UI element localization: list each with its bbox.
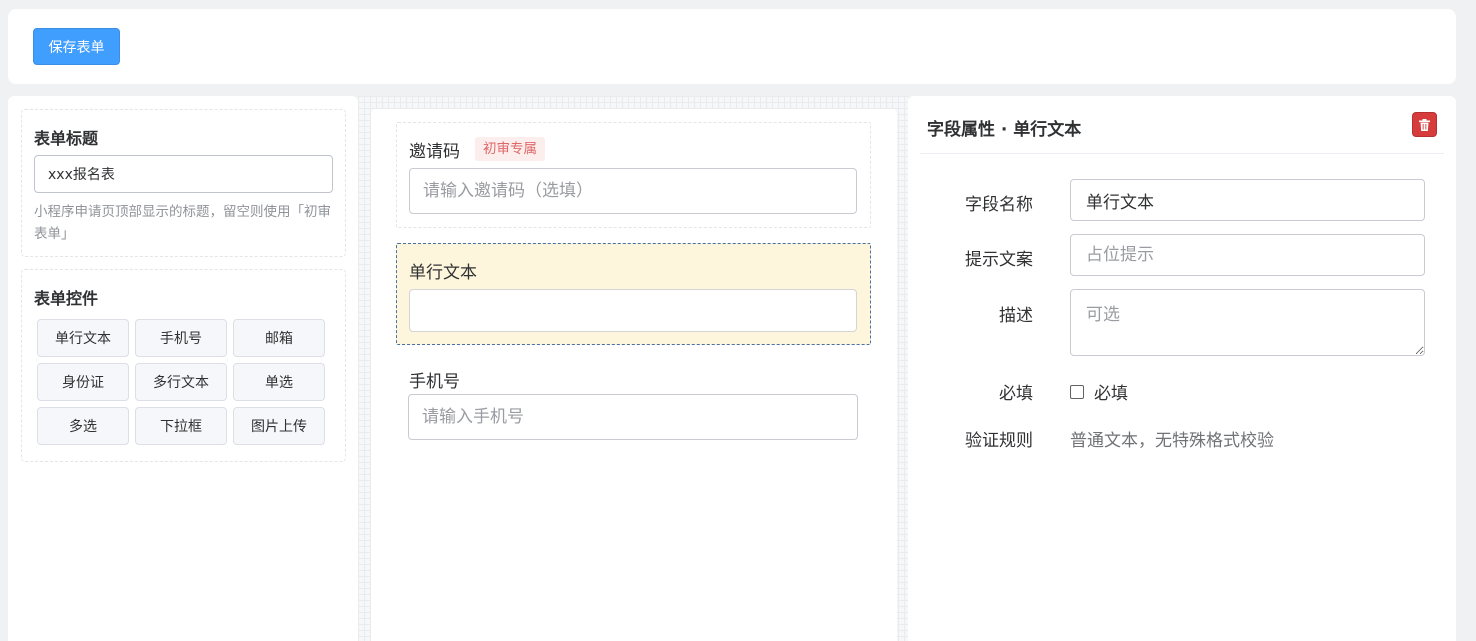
field-name-input[interactable] [1070,179,1425,221]
field-name-label: 字段名称 [965,195,1033,215]
form-controls-heading: 表单控件 [34,289,99,308]
control-image-upload[interactable]: 图片上传 [233,407,325,445]
required-label: 必填 [999,384,1033,404]
form-controls-card: 表单控件 单行文本 手机号 邮箱 身份证 多行文本 单选 多选 下拉框 图片上传 [21,269,346,462]
field-properties-panel: 字段属性 · 单行文本 字段名称 提示文案 描述 必填 必填 验证规则 普通文本… [908,96,1456,641]
first-review-tag: 初审专属 [475,137,545,161]
validation-rule-label: 验证规则 [965,431,1033,451]
field-label: 单行文本 [409,263,477,283]
invite-code-input[interactable] [409,168,857,214]
control-phone[interactable]: 手机号 [135,319,227,357]
save-form-button[interactable]: 保存表单 [33,28,120,65]
control-radio[interactable]: 单选 [233,363,325,401]
toolbar: 保存表单 [8,9,1456,84]
field-invite-code[interactable]: 邀请码 初审专属 [396,122,871,228]
required-checkbox-label: 必填 [1094,384,1128,404]
form-title-heading: 表单标题 [34,129,99,148]
control-id-card[interactable]: 身份证 [37,363,129,401]
form-title-card: 表单标题 小程序申请页顶部显示的标题，留空则使用「初审表单」 [21,109,346,257]
field-label: 邀请码 [409,142,460,162]
field-single-line-text-selected[interactable]: 单行文本 [396,243,871,345]
validation-rule-value: 普通文本，无特殊格式校验 [1070,431,1274,451]
controls-grid: 单行文本 手机号 邮箱 身份证 多行文本 单选 多选 下拉框 图片上传 [37,319,329,445]
form-title-input[interactable] [34,155,333,193]
control-checkbox[interactable]: 多选 [37,407,129,445]
description-textarea[interactable] [1070,289,1425,356]
phone-input[interactable] [408,394,858,440]
description-label: 描述 [999,306,1033,326]
control-multi-line-text[interactable]: 多行文本 [135,363,227,401]
field-phone[interactable]: 手机号 [396,360,871,445]
form-title-hint: 小程序申请页顶部显示的标题，留空则使用「初审表单」 [34,204,331,242]
control-select[interactable]: 下拉框 [135,407,227,445]
placeholder-label: 提示文案 [965,250,1033,270]
left-panel: 表单标题 小程序申请页顶部显示的标题，留空则使用「初审表单」 表单控件 单行文本… [8,96,358,641]
delete-field-button[interactable] [1412,112,1437,137]
trash-icon [1419,118,1430,131]
required-checkbox-group[interactable]: 必填 [1070,379,1128,404]
field-label: 手机号 [409,372,460,392]
properties-title: 字段属性 · 单行文本 [927,120,1082,140]
control-single-line-text[interactable]: 单行文本 [37,319,129,357]
single-line-text-input[interactable] [409,289,857,332]
properties-header: 字段属性 · 单行文本 [920,96,1444,154]
form-canvas: 邀请码 初审专属 单行文本 手机号 [371,109,897,641]
control-email[interactable]: 邮箱 [233,319,325,357]
placeholder-input[interactable] [1070,234,1425,276]
required-checkbox[interactable] [1070,384,1084,399]
